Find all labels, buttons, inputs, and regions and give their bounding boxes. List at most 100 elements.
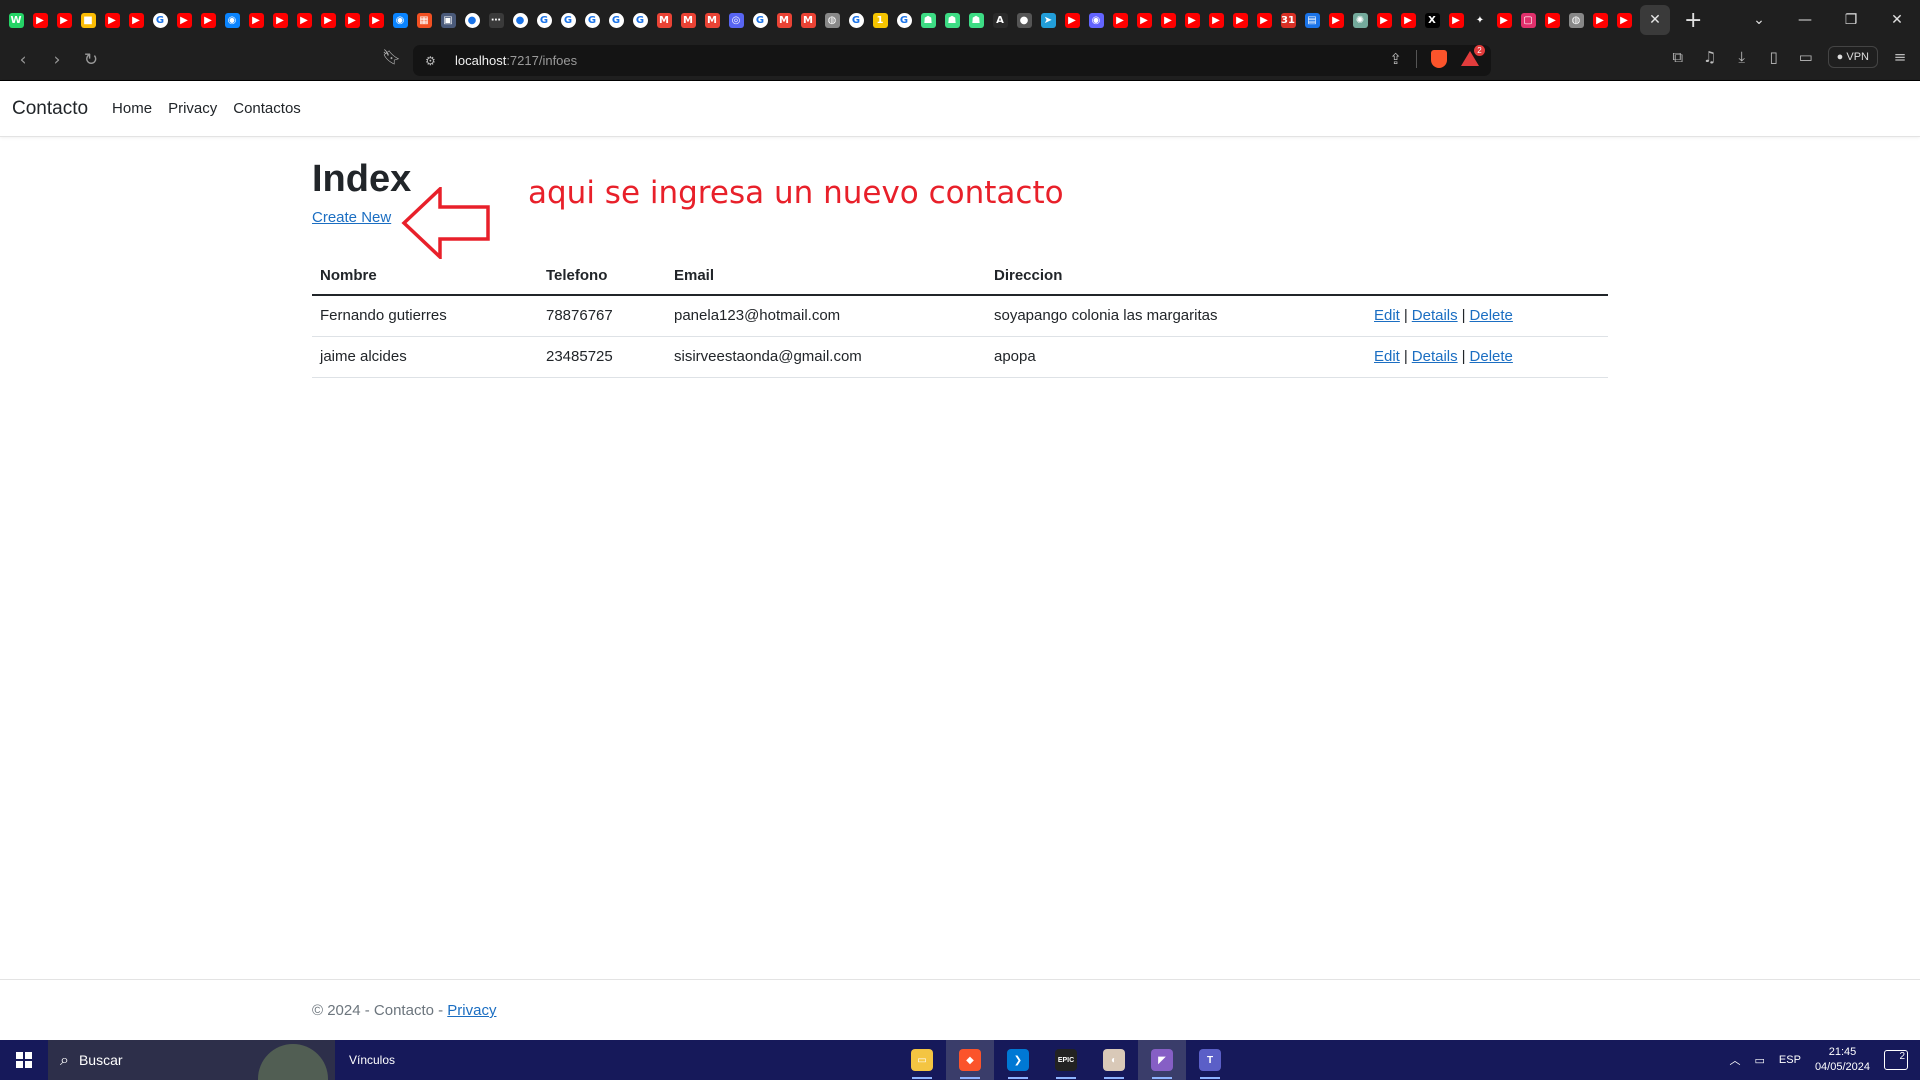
browser-tab[interactable]: W: [4, 5, 28, 35]
nav-link-contactos[interactable]: Contactos: [233, 100, 301, 117]
nav-link-privacy[interactable]: Privacy: [168, 100, 217, 117]
browser-tab[interactable]: ▶: [364, 5, 388, 35]
browser-tab[interactable]: ▶: [316, 5, 340, 35]
browser-tab[interactable]: ▦: [412, 5, 436, 35]
site-brand[interactable]: Contacto: [12, 98, 88, 120]
edit-link[interactable]: Edit: [1374, 348, 1400, 365]
forward-icon[interactable]: ›: [40, 50, 74, 70]
browser-tab[interactable]: ◉: [1084, 5, 1108, 35]
browser-tab[interactable]: ▶: [1612, 5, 1636, 35]
site-info-icon[interactable]: ⚙: [425, 54, 445, 68]
browser-tab[interactable]: ▶: [1492, 5, 1516, 35]
browser-tab[interactable]: ▣: [436, 5, 460, 35]
browser-tab[interactable]: G: [556, 5, 580, 35]
browser-tab[interactable]: ☗: [940, 5, 964, 35]
links-toolbar[interactable]: Vínculos: [349, 1053, 395, 1067]
browser-tab[interactable]: G: [748, 5, 772, 35]
language-indicator[interactable]: ESP: [1779, 1054, 1801, 1066]
delete-link[interactable]: Delete: [1470, 307, 1513, 324]
browser-tab[interactable]: ✦: [1468, 5, 1492, 35]
tab-search-icon[interactable]: ⌄: [1736, 12, 1782, 28]
browser-tab[interactable]: ▶: [1372, 5, 1396, 35]
extensions-icon[interactable]: ⧉: [1668, 48, 1688, 66]
delete-link[interactable]: Delete: [1470, 348, 1513, 365]
vpn-button[interactable]: ● VPN: [1827, 46, 1878, 68]
browser-tab[interactable]: ◍: [820, 5, 844, 35]
browser-tab[interactable]: ☗: [964, 5, 988, 35]
browser-tab[interactable]: G: [580, 5, 604, 35]
minimize-icon[interactable]: —: [1782, 12, 1828, 28]
details-link[interactable]: Details: [1412, 307, 1458, 324]
wallet-icon[interactable]: ▭: [1796, 48, 1816, 66]
browser-tab[interactable]: M: [700, 5, 724, 35]
footer-privacy-link[interactable]: Privacy: [447, 1002, 496, 1019]
address-bar[interactable]: ⚙ localhost:7217/infoes ⇪ 2: [413, 45, 1491, 76]
browser-tab[interactable]: ▶: [340, 5, 364, 35]
browser-tab[interactable]: M: [772, 5, 796, 35]
share-icon[interactable]: ⇪: [1389, 50, 1402, 68]
start-button[interactable]: [0, 1040, 48, 1080]
browser-tab[interactable]: ▶: [1108, 5, 1132, 35]
browser-tab[interactable]: ▶: [1060, 5, 1084, 35]
browser-tab[interactable]: ▶: [1396, 5, 1420, 35]
taskbar-app[interactable]: ◐: [1090, 1040, 1138, 1080]
reload-icon[interactable]: ↻: [74, 50, 108, 70]
browser-tab[interactable]: ⋯: [484, 5, 508, 35]
taskbar-app[interactable]: ❯: [994, 1040, 1042, 1080]
browser-tab[interactable]: ◉: [220, 5, 244, 35]
browser-tab[interactable]: ▤: [1300, 5, 1324, 35]
browser-tab[interactable]: ▶: [1252, 5, 1276, 35]
close-window-icon[interactable]: ✕: [1874, 12, 1920, 28]
browser-tab[interactable]: ☗: [916, 5, 940, 35]
close-tab-icon[interactable]: ✕: [1648, 12, 1663, 28]
browser-tab[interactable]: ▶: [1540, 5, 1564, 35]
browser-tab[interactable]: ■: [76, 5, 100, 35]
details-link[interactable]: Details: [1412, 348, 1458, 365]
menu-icon[interactable]: ≡: [1890, 48, 1910, 66]
bookmark-icon[interactable]: 🔖︎: [382, 48, 401, 66]
clock[interactable]: 21:45 04/05/2024: [1815, 1045, 1870, 1075]
browser-tab[interactable]: ▶: [100, 5, 124, 35]
brave-rewards-icon[interactable]: 2: [1461, 45, 1485, 67]
browser-tab[interactable]: G: [892, 5, 916, 35]
browser-tab[interactable]: ▶: [1180, 5, 1204, 35]
taskbar-app[interactable]: EPIC: [1042, 1040, 1090, 1080]
create-new-link[interactable]: Create New: [312, 209, 391, 226]
new-tab-button[interactable]: +: [1684, 8, 1702, 33]
browser-tab[interactable]: 1: [868, 5, 892, 35]
browser-tab[interactable]: ▶: [292, 5, 316, 35]
browser-tab[interactable]: ◉: [388, 5, 412, 35]
browser-tab[interactable]: ●: [1012, 5, 1036, 35]
restore-icon[interactable]: ❐: [1828, 12, 1874, 28]
browser-tab[interactable]: M: [796, 5, 820, 35]
edit-link[interactable]: Edit: [1374, 307, 1400, 324]
browser-tab[interactable]: G: [148, 5, 172, 35]
browser-tab[interactable]: ▶: [52, 5, 76, 35]
browser-tab[interactable]: ▶: [1588, 5, 1612, 35]
browser-tab[interactable]: ▶: [1132, 5, 1156, 35]
browser-tab[interactable]: ▶: [124, 5, 148, 35]
browser-tab[interactable]: ▶: [28, 5, 52, 35]
brave-shields-icon[interactable]: [1431, 50, 1447, 68]
browser-tab[interactable]: M: [676, 5, 700, 35]
browser-tab[interactable]: ●: [508, 5, 532, 35]
active-tab[interactable]: ✕: [1640, 5, 1670, 35]
browser-tab[interactable]: ▶: [1156, 5, 1180, 35]
browser-tab[interactable]: G: [844, 5, 868, 35]
download-icon[interactable]: ⤓: [1732, 48, 1752, 66]
taskbar-app[interactable]: ◆: [946, 1040, 994, 1080]
browser-tab[interactable]: ◎: [724, 5, 748, 35]
browser-tab[interactable]: ▶: [1228, 5, 1252, 35]
back-icon[interactable]: ‹: [6, 50, 40, 70]
taskbar-app[interactable]: ◤: [1138, 1040, 1186, 1080]
browser-tab[interactable]: ▶: [172, 5, 196, 35]
nav-link-home[interactable]: Home: [112, 100, 152, 117]
media-icon[interactable]: ♫: [1700, 48, 1720, 66]
browser-tab[interactable]: G: [628, 5, 652, 35]
browser-tab[interactable]: ▶: [196, 5, 220, 35]
browser-tab[interactable]: G: [604, 5, 628, 35]
browser-tab[interactable]: ◍: [1564, 5, 1588, 35]
sidebar-icon[interactable]: ▯: [1764, 48, 1784, 66]
browser-tab[interactable]: A: [988, 5, 1012, 35]
browser-tab[interactable]: ➤: [1036, 5, 1060, 35]
